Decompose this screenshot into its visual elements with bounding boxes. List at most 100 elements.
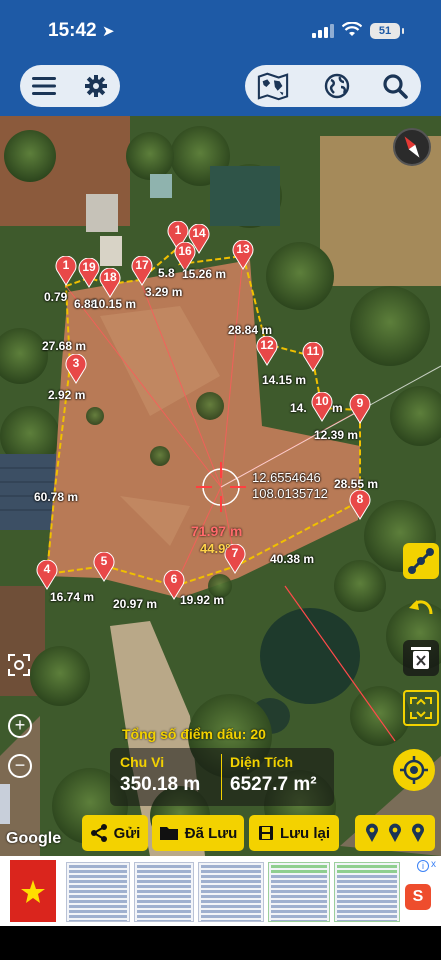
map-marker[interactable]: 10 (311, 391, 333, 422)
battery-indicator: 51 (370, 23, 404, 39)
marker-number: 12 (260, 338, 274, 352)
measure-line-icon[interactable] (403, 543, 439, 579)
ad-image (134, 862, 194, 922)
marker-number: 9 (356, 396, 364, 410)
send-label: Gửi (113, 824, 141, 842)
map-marker[interactable]: 4 (36, 559, 58, 590)
satellite-map[interactable]: 1 19 18 17 1 14 16 13 12 11 10 9 3 8 7 6… (0, 116, 441, 856)
send-button[interactable]: Gửi (82, 815, 148, 851)
saved-button[interactable]: Đã Lưu (152, 815, 244, 851)
map-marker[interactable]: 9 (349, 393, 371, 424)
delete-icon[interactable] (403, 640, 439, 676)
area-value: 6527.7 m² (230, 774, 317, 795)
pin-icon (388, 823, 401, 842)
marker-number: 4 (43, 562, 51, 576)
marker-number: 1 (174, 223, 182, 237)
marker-number: 3 (72, 356, 80, 370)
ad-close-icon[interactable]: x (431, 859, 436, 870)
globe-icon[interactable] (321, 70, 353, 102)
marker-number: 6 (170, 572, 178, 586)
search-icon[interactable] (379, 70, 411, 102)
map-marker[interactable]: 17 (131, 255, 153, 286)
total-markers-label: Tổng số điểm dấu: (122, 726, 247, 742)
zoom-out-button[interactable]: − (8, 754, 32, 778)
distance-label: 27.68 m (42, 339, 87, 353)
toolbar-left-group (20, 65, 120, 107)
distance-label: 16.74 m (50, 590, 95, 604)
pin-icon (411, 823, 424, 842)
distance-label: 5.8 (158, 266, 175, 280)
markers-button[interactable] (355, 815, 435, 851)
gear-icon[interactable] (80, 70, 112, 102)
flag-icon (10, 860, 56, 922)
map-marker[interactable]: 1 (55, 255, 77, 286)
ad-image (268, 862, 330, 922)
map-marker[interactable]: 8 (349, 489, 371, 520)
total-markers: Tổng số điểm dấu: 20 (122, 726, 266, 742)
wifi-icon (342, 22, 362, 36)
distance-label: 10.15 m (92, 297, 137, 311)
marker-number: 11 (306, 344, 320, 358)
distance-label: 28.55 m (334, 477, 379, 491)
center-distance: 71.97 m (191, 523, 243, 539)
distance-label: 14.15 m (262, 373, 307, 387)
center-percent: 44.9° (200, 541, 231, 556)
longitude-readout: 108.0135712 (252, 486, 328, 501)
saved-label: Đã Lưu (184, 824, 238, 842)
area-stat: Diện Tích 6527.7 m² (230, 754, 317, 796)
folder-icon (159, 827, 178, 840)
marker-number: 5 (100, 554, 108, 568)
toolbar-right-group (245, 65, 421, 107)
save-icon (258, 826, 273, 840)
map-marker[interactable]: 18 (99, 267, 121, 298)
compass-icon[interactable] (393, 128, 431, 166)
locate-me-button[interactable] (393, 749, 435, 791)
save-button[interactable]: Lưu lại (249, 815, 339, 851)
marker-number: 8 (356, 492, 364, 506)
marker-number: 14 (192, 226, 206, 240)
shop-logo-icon: S (405, 884, 431, 910)
distance-label: 3.29 m (145, 285, 183, 299)
map-marker[interactable]: 3 (65, 353, 87, 384)
map-marker[interactable]: 13 (232, 239, 254, 270)
save-label: Lưu lại (279, 824, 331, 842)
top-toolbar (0, 60, 441, 116)
marker-number: 19 (82, 260, 96, 274)
marker-number: 16 (178, 244, 192, 258)
ad-banner[interactable]: S i x (0, 856, 441, 926)
map-marker[interactable]: 12 (256, 335, 278, 366)
fit-bounds-icon[interactable] (403, 690, 439, 726)
map-marker[interactable]: 5 (93, 551, 115, 582)
ad-info-icon[interactable]: i (417, 860, 429, 872)
status-time: 15:42 (48, 20, 97, 41)
distance-label: 14. (290, 401, 307, 415)
distance-label: 19.92 m (180, 593, 225, 607)
world-map-icon[interactable] (257, 70, 289, 102)
marker-number: 1 (62, 258, 70, 272)
undo-icon[interactable] (403, 590, 439, 626)
location-arrow-icon: ➤ (102, 23, 115, 40)
total-markers-count: 20 (250, 726, 266, 742)
perimeter-stat: Chu Vi 350.18 m (120, 754, 200, 796)
perimeter-value: 350.18 m (120, 774, 201, 795)
marker-number: 10 (315, 394, 329, 408)
marker-number: 18 (103, 270, 117, 284)
distance-label: 20.97 m (113, 597, 158, 611)
distance-label: 28.84 m (228, 323, 273, 337)
pin-icon (366, 823, 379, 842)
screenshot-icon[interactable] (4, 650, 34, 680)
map-attribution: Google (6, 830, 62, 847)
map-marker[interactable]: 19 (78, 257, 100, 288)
zoom-in-button[interactable]: + (8, 714, 32, 738)
menu-icon[interactable] (28, 70, 60, 102)
map-marker[interactable]: 11 (302, 341, 324, 372)
status-bar: 15:42 ➤ 51 (0, 0, 441, 60)
distance-label: 0.79 (44, 290, 68, 304)
distance-label: 40.38 m (270, 552, 315, 566)
latitude-readout: 12.6554646 (252, 470, 321, 485)
distance-label: 60.78 m (34, 490, 79, 504)
ad-image (334, 862, 400, 922)
distance-label: m (332, 401, 343, 415)
area-label: Diện Tích (230, 754, 294, 770)
perimeter-label: Chu Vi (120, 754, 165, 770)
